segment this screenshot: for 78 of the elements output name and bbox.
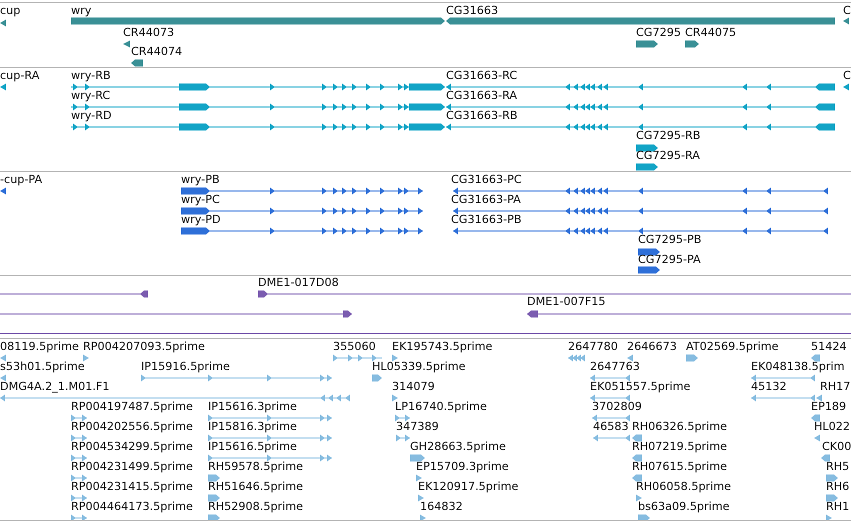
- feature-label: RH5: [826, 460, 850, 474]
- feature-label: RH51646.5prime: [208, 480, 304, 494]
- feature-label: CR44074: [131, 45, 182, 59]
- feature-label: CG7295-RA: [636, 149, 700, 163]
- feature-label: CG7295-PA: [638, 253, 701, 267]
- feature-label: bs63a09.5prime: [638, 500, 730, 514]
- feature-label: CR44075: [685, 26, 736, 40]
- feature-label: DME1-017D08: [258, 276, 339, 290]
- feature-label: DME1-007F15: [527, 295, 606, 309]
- feature-label: RP004231415.5prime: [71, 480, 193, 494]
- feature-label: GH28663.5prime: [410, 440, 506, 454]
- feature-label: 347389: [396, 420, 439, 434]
- feature-label: RP004207093.5prime: [83, 340, 205, 354]
- feature-label: IP15816.3prime: [208, 420, 297, 434]
- feature-label: RP004197487.5prime: [71, 400, 193, 414]
- feature-label: 46583: [593, 420, 629, 434]
- feature-label: EP189: [811, 400, 846, 414]
- feature-label: IP15916.5prime: [141, 360, 230, 374]
- feature-label: EK048138.5prim: [751, 360, 844, 374]
- feature-label: s53h01.5prime: [0, 360, 85, 374]
- feature-label: 51424: [811, 340, 847, 354]
- feature-label: 45132: [751, 380, 787, 394]
- feature-label: 3702809: [592, 400, 642, 414]
- feature-label: 2647780: [568, 340, 618, 354]
- feature-label: cup: [0, 4, 20, 18]
- feature-label: EK051557.5prime: [590, 380, 690, 394]
- feature-label: CG31663-PB: [451, 213, 522, 227]
- feature-label: 08119.5prime: [0, 340, 79, 354]
- feature-label: IP15616.3prime: [208, 400, 297, 414]
- feature-label: 2646673: [627, 340, 677, 354]
- feature-label: CG31663-RA: [446, 89, 518, 103]
- feature-label: wry-RC: [71, 89, 110, 103]
- feature-label: C: [843, 69, 851, 83]
- feature-label: CG31663-PA: [451, 193, 521, 207]
- feature-label: C: [843, 4, 851, 18]
- feature-label: RH1: [826, 500, 850, 514]
- feature-label: DMG4A.2_1.M01.F1: [0, 380, 110, 394]
- feature-label: 314079: [392, 380, 435, 394]
- feature-label: wry-PD: [181, 213, 221, 227]
- feature-label: EK195743.5prime: [392, 340, 492, 354]
- feature-label: RP004231499.5prime: [71, 460, 193, 474]
- feature-label: CK00: [822, 440, 851, 454]
- feature-label: RH52908.5prime: [208, 500, 304, 514]
- feature-label: RP004534299.5prime: [71, 440, 193, 454]
- feature-label: EP15709.3prime: [416, 460, 509, 474]
- feature-label: RH59578.5prime: [208, 460, 304, 474]
- feature-label: IP15616.5prime: [208, 440, 297, 454]
- feature-label: wry-RB: [71, 69, 111, 83]
- feature-label: cup-RA: [0, 69, 40, 83]
- feature-label: RP004202556.5prime: [71, 420, 193, 434]
- feature-label: wry-PB: [181, 173, 220, 187]
- feature-label: HL05339.5prime: [372, 360, 466, 374]
- feature-label: RH06058.5prime: [636, 480, 732, 494]
- feature-label: LP16740.5prime: [395, 400, 487, 414]
- feature-label: RH6: [826, 480, 850, 494]
- feature-label: EK120917.5prime: [418, 480, 518, 494]
- feature-label: RH07219.5prime: [632, 440, 728, 454]
- feature-label: CG7295-RB: [636, 129, 700, 143]
- feature-label: CG31663: [446, 4, 498, 18]
- feature-label: CG7295: [636, 26, 681, 40]
- feature-label: wry-RD: [71, 109, 112, 123]
- feature-label: 2647763: [590, 360, 640, 374]
- feature-label: CG31663-RC: [446, 69, 518, 83]
- feature-label: RH06326.5prime: [632, 420, 728, 434]
- feature-label: CG31663-RB: [446, 109, 518, 123]
- feature-label: wry: [71, 4, 92, 18]
- feature-label: 164832: [420, 500, 463, 514]
- feature-label: -cup-PA: [0, 173, 42, 187]
- feature-label: AT02569.5prime: [686, 340, 778, 354]
- feature-label: CR44073: [123, 26, 174, 40]
- feature-label: HL022: [814, 420, 850, 434]
- feature-label: RP004464173.5prime: [71, 500, 193, 514]
- feature-label: 355060: [333, 340, 376, 354]
- feature-label: RH07615.5prime: [632, 460, 728, 474]
- feature-label: CG31663-PC: [451, 173, 522, 187]
- feature-label: wry-PC: [181, 193, 220, 207]
- feature-label: CG7295-PB: [638, 233, 702, 247]
- feature-label: RH17: [820, 380, 850, 394]
